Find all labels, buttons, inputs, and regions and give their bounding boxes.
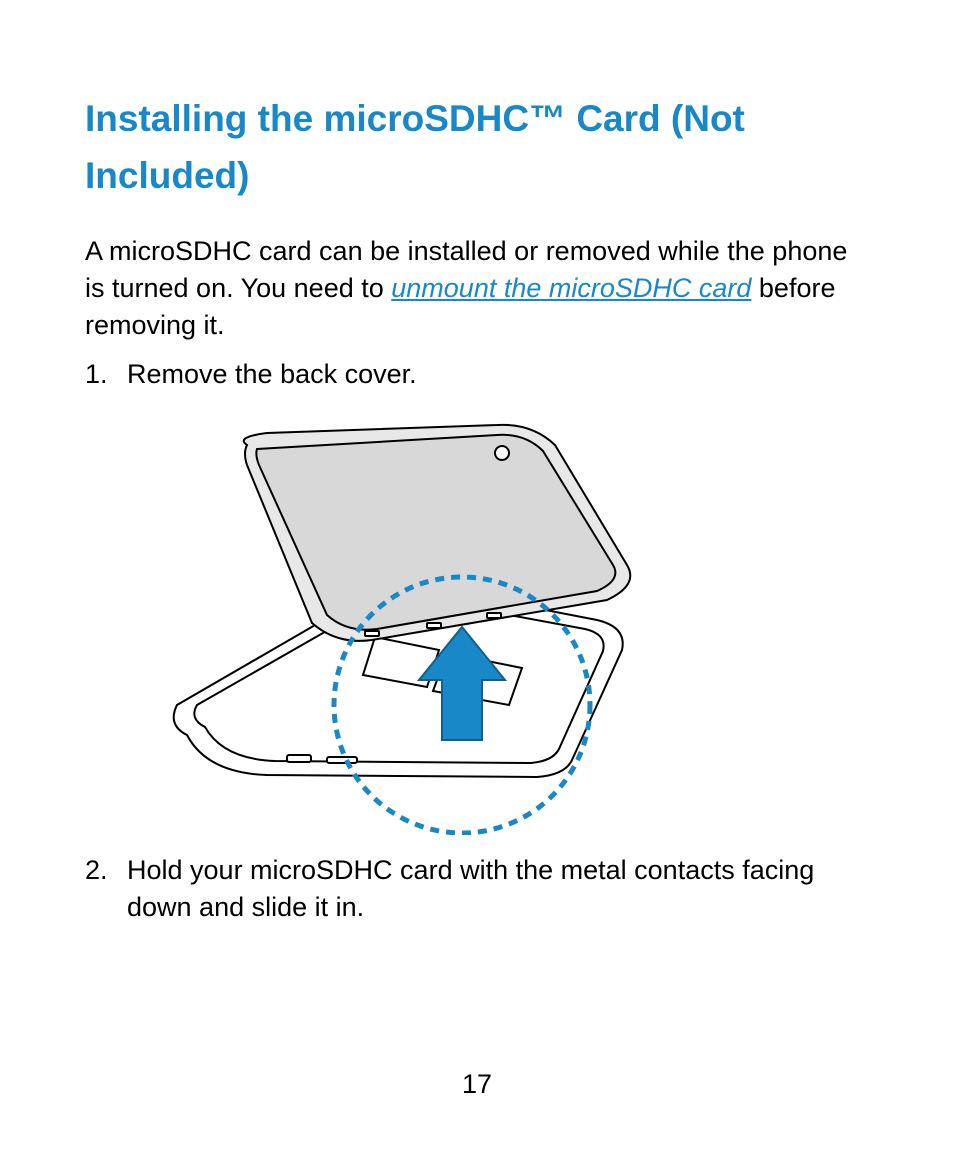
section-heading: Installing the microSDHC™ Card (Not Incl… bbox=[85, 90, 869, 205]
step-text: Hold your microSDHC card with the metal … bbox=[127, 852, 869, 926]
intro-paragraph: A microSDHC card can be installed or rem… bbox=[85, 233, 869, 344]
page-number: 17 bbox=[0, 1069, 954, 1100]
step-item: 2. Hold your microSDHC card with the met… bbox=[85, 852, 869, 926]
illustration-container bbox=[127, 405, 869, 840]
steps-list-continued: 2. Hold your microSDHC card with the met… bbox=[85, 852, 869, 926]
step-number: 1. bbox=[85, 356, 127, 393]
step-number: 2. bbox=[85, 852, 127, 926]
step-text: Remove the back cover. bbox=[127, 356, 869, 393]
steps-list: 1. Remove the back cover. bbox=[85, 356, 869, 393]
unmount-link[interactable]: unmount the microSDHC card bbox=[391, 273, 751, 303]
step-item: 1. Remove the back cover. bbox=[85, 356, 869, 393]
phone-cover-illustration bbox=[127, 405, 687, 835]
